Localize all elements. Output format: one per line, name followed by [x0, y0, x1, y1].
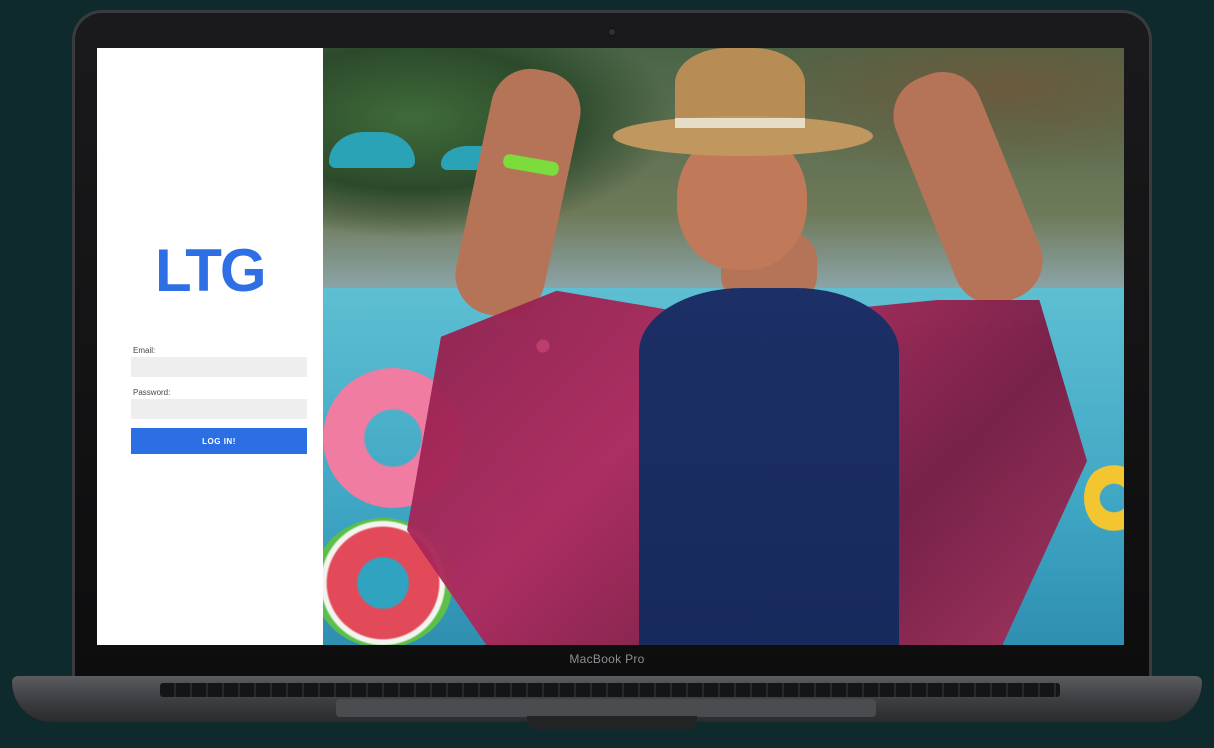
hinge-notch	[527, 716, 697, 730]
laptop-mockup: LTG Email: Password: LOG IN! MacBook Pro	[0, 0, 1214, 748]
laptop-screen: LTG Email: Password: LOG IN!	[97, 48, 1124, 645]
email-field[interactable]	[131, 357, 307, 377]
login-panel: LTG Email: Password: LOG IN!	[97, 48, 329, 645]
password-label: Password:	[133, 388, 171, 397]
brand-logo: LTG	[155, 237, 267, 304]
umbrella-shape	[329, 132, 415, 168]
person-swimsuit	[639, 288, 899, 645]
camera-icon	[609, 29, 615, 35]
keyboard	[160, 683, 1060, 697]
device-model-label: MacBook Pro	[569, 652, 645, 666]
person-arm	[447, 61, 589, 325]
person-arm	[881, 59, 1055, 317]
login-button[interactable]: LOG IN!	[131, 428, 307, 454]
hat-band	[675, 118, 805, 128]
hero-photo	[323, 48, 1124, 645]
email-label: Email:	[133, 346, 156, 355]
password-field[interactable]	[131, 399, 307, 419]
trackpad	[336, 699, 876, 717]
